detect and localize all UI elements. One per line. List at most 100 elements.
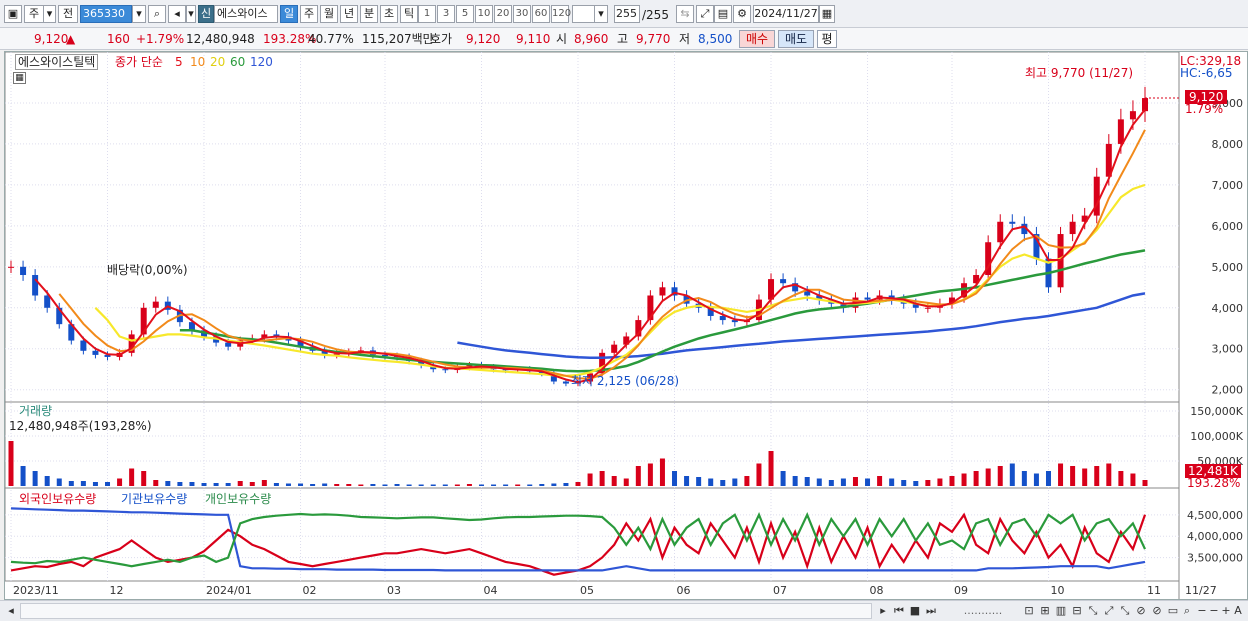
interval-button-10[interactable]: 10 [475,5,493,23]
tool-icon-6[interactable]: ⤢ [1102,603,1116,619]
count-input[interactable]: 255 [614,5,640,23]
market-tab[interactable]: 주 [24,5,44,23]
bid-label: 호가 [430,32,453,46]
scroll-right-icon[interactable]: ▸ [876,603,890,619]
x-tick-label-0: 2023/11 [13,584,59,597]
zoom-out-icon[interactable]: − [1196,603,1208,619]
interval-button-30[interactable]: 30 [513,5,531,23]
price-tick-label-2: 4,000 [1212,302,1244,315]
x-tick-label-8: 07 [773,584,787,597]
tool-icon-3[interactable]: ▥ [1054,603,1068,619]
candle-body-3 [44,295,51,308]
minus-icon[interactable]: − [1208,603,1220,619]
code-dropdown-icon[interactable]: ▾ [132,5,146,23]
interval-dropdown-icon[interactable]: ▾ [594,5,608,23]
buy-button[interactable]: 매수 [739,30,775,48]
price-tick-label-6: 8,000 [1212,138,1244,151]
link-icon[interactable]: ⇆ [676,5,694,23]
tool-icon-7[interactable]: ⤡ [1118,603,1132,619]
period-tab-6[interactable]: 틱 [400,5,418,23]
x-tick-label-9: 08 [870,584,884,597]
period-tab-1[interactable]: 주 [300,5,318,23]
volume-bar-83 [1009,463,1015,486]
interval-button-120[interactable]: 120 [551,5,571,23]
stock-name-field[interactable]: 에스와이스 [214,5,278,23]
volume-bar-35 [430,484,436,486]
volume-bar-56 [684,476,690,486]
window-menu-icon[interactable]: ▣ [4,5,22,23]
volume-bar-62 [756,463,762,486]
price-chart-svg[interactable]: 2,0003,0004,0005,0006,0007,0008,0009,000… [5,52,1247,599]
price-change-pct: +1.79% [136,32,185,46]
interval-button-3[interactable]: 3 [437,5,455,23]
volume-bar-39 [478,484,484,486]
volume-bar-53 [647,463,653,486]
rewind-icon[interactable]: ⏮ [892,603,906,619]
tool-icon-9[interactable]: ⊘ [1150,603,1164,619]
search-icon[interactable]: ⌕ [148,5,166,23]
chart-stock-name[interactable]: 에스와이스틸텍 [15,54,99,70]
high-annotation: 최고 9,770 (11/27) [1025,66,1134,80]
table-toggle-icon[interactable]: ▦ [13,72,26,84]
volume-bar-23 [285,483,291,486]
candle-body-92 [1117,119,1124,144]
volume-bar-46 [563,483,569,486]
price-change: 160 [107,32,130,46]
price-tick-label-0: 2,000 [1212,384,1244,397]
volume-bar-66 [804,477,810,486]
scroll-left-icon[interactable]: ◂ [4,603,18,619]
avg-button[interactable]: 평 [817,30,837,48]
sell-button[interactable]: 매도 [778,30,814,48]
tool-icon-5[interactable]: ⤡ [1086,603,1100,619]
new-badge: 신 [198,5,214,23]
individual-holdings-label: 개인보유수량 [205,492,272,506]
period-tab-2[interactable]: 월 [320,5,338,23]
speaker-dropdown-icon[interactable]: ▾ [186,5,196,23]
scroll-track[interactable] [20,603,872,619]
save-icon[interactable]: ▤ [714,5,732,23]
volume-bar-22 [273,483,279,486]
open-label: 시 [556,32,568,46]
bid-price: 9,120 [466,32,501,46]
volume-bar-68 [828,480,834,486]
volume-bar-70 [852,477,858,486]
period-tab-0[interactable]: 일 [280,5,298,23]
interval-button-1[interactable]: 1 [418,5,436,23]
zoom-in-icon[interactable]: + [1220,603,1232,619]
institution-holdings-label: 기관보유수량 [121,492,188,506]
volume-bar-57 [696,477,702,486]
price-tick-label-1: 3,000 [1212,343,1244,356]
volume-bar-73 [889,478,895,486]
interval-button-20[interactable]: 20 [494,5,512,23]
tool-icon-2[interactable]: ⊞ [1038,603,1052,619]
font-size-icon[interactable]: A [1232,603,1244,619]
zoom-search-icon[interactable]: ⌕ [1180,603,1194,619]
interval-button-5[interactable]: 5 [456,5,474,23]
volume-bar-7 [92,482,98,486]
prev-button[interactable]: 전 [58,5,78,23]
tool-icon-8[interactable]: ⊘ [1134,603,1148,619]
date-input[interactable]: 2024/11/27 [753,5,819,23]
volume-bar-26 [322,483,328,486]
period-tab-5[interactable]: 초 [380,5,398,23]
tool-icon-1[interactable]: ⊡ [1022,603,1036,619]
tool-icon-4[interactable]: ⊟ [1070,603,1084,619]
ask-price: 9,110 [516,32,551,46]
interval-button-60[interactable]: 60 [532,5,550,23]
settings-gear-icon[interactable]: ⚙ [733,5,751,23]
calendar-icon[interactable]: ▦ [819,5,835,23]
stop-icon[interactable]: ■ [908,603,922,619]
period-tab-3[interactable]: 년 [340,5,358,23]
candle-body-64 [780,279,787,284]
current-price: 9,120 [34,32,69,46]
stock-code-input[interactable]: 365330 [80,5,132,23]
range-slider[interactable]: ........... [948,603,1018,619]
volume-bar-8 [105,482,111,486]
speaker-icon[interactable]: ◂ [168,5,186,23]
draw-icon[interactable]: ⤢ [696,5,714,23]
market-dropdown-icon[interactable]: ▾ [44,5,56,23]
forward-icon[interactable]: ⏭ [924,603,938,619]
tool-icon-10[interactable]: ▭ [1166,603,1180,619]
chart-area[interactable]: 2,0003,0004,0005,0006,0007,0008,0009,000… [4,51,1248,600]
period-tab-4[interactable]: 분 [360,5,378,23]
